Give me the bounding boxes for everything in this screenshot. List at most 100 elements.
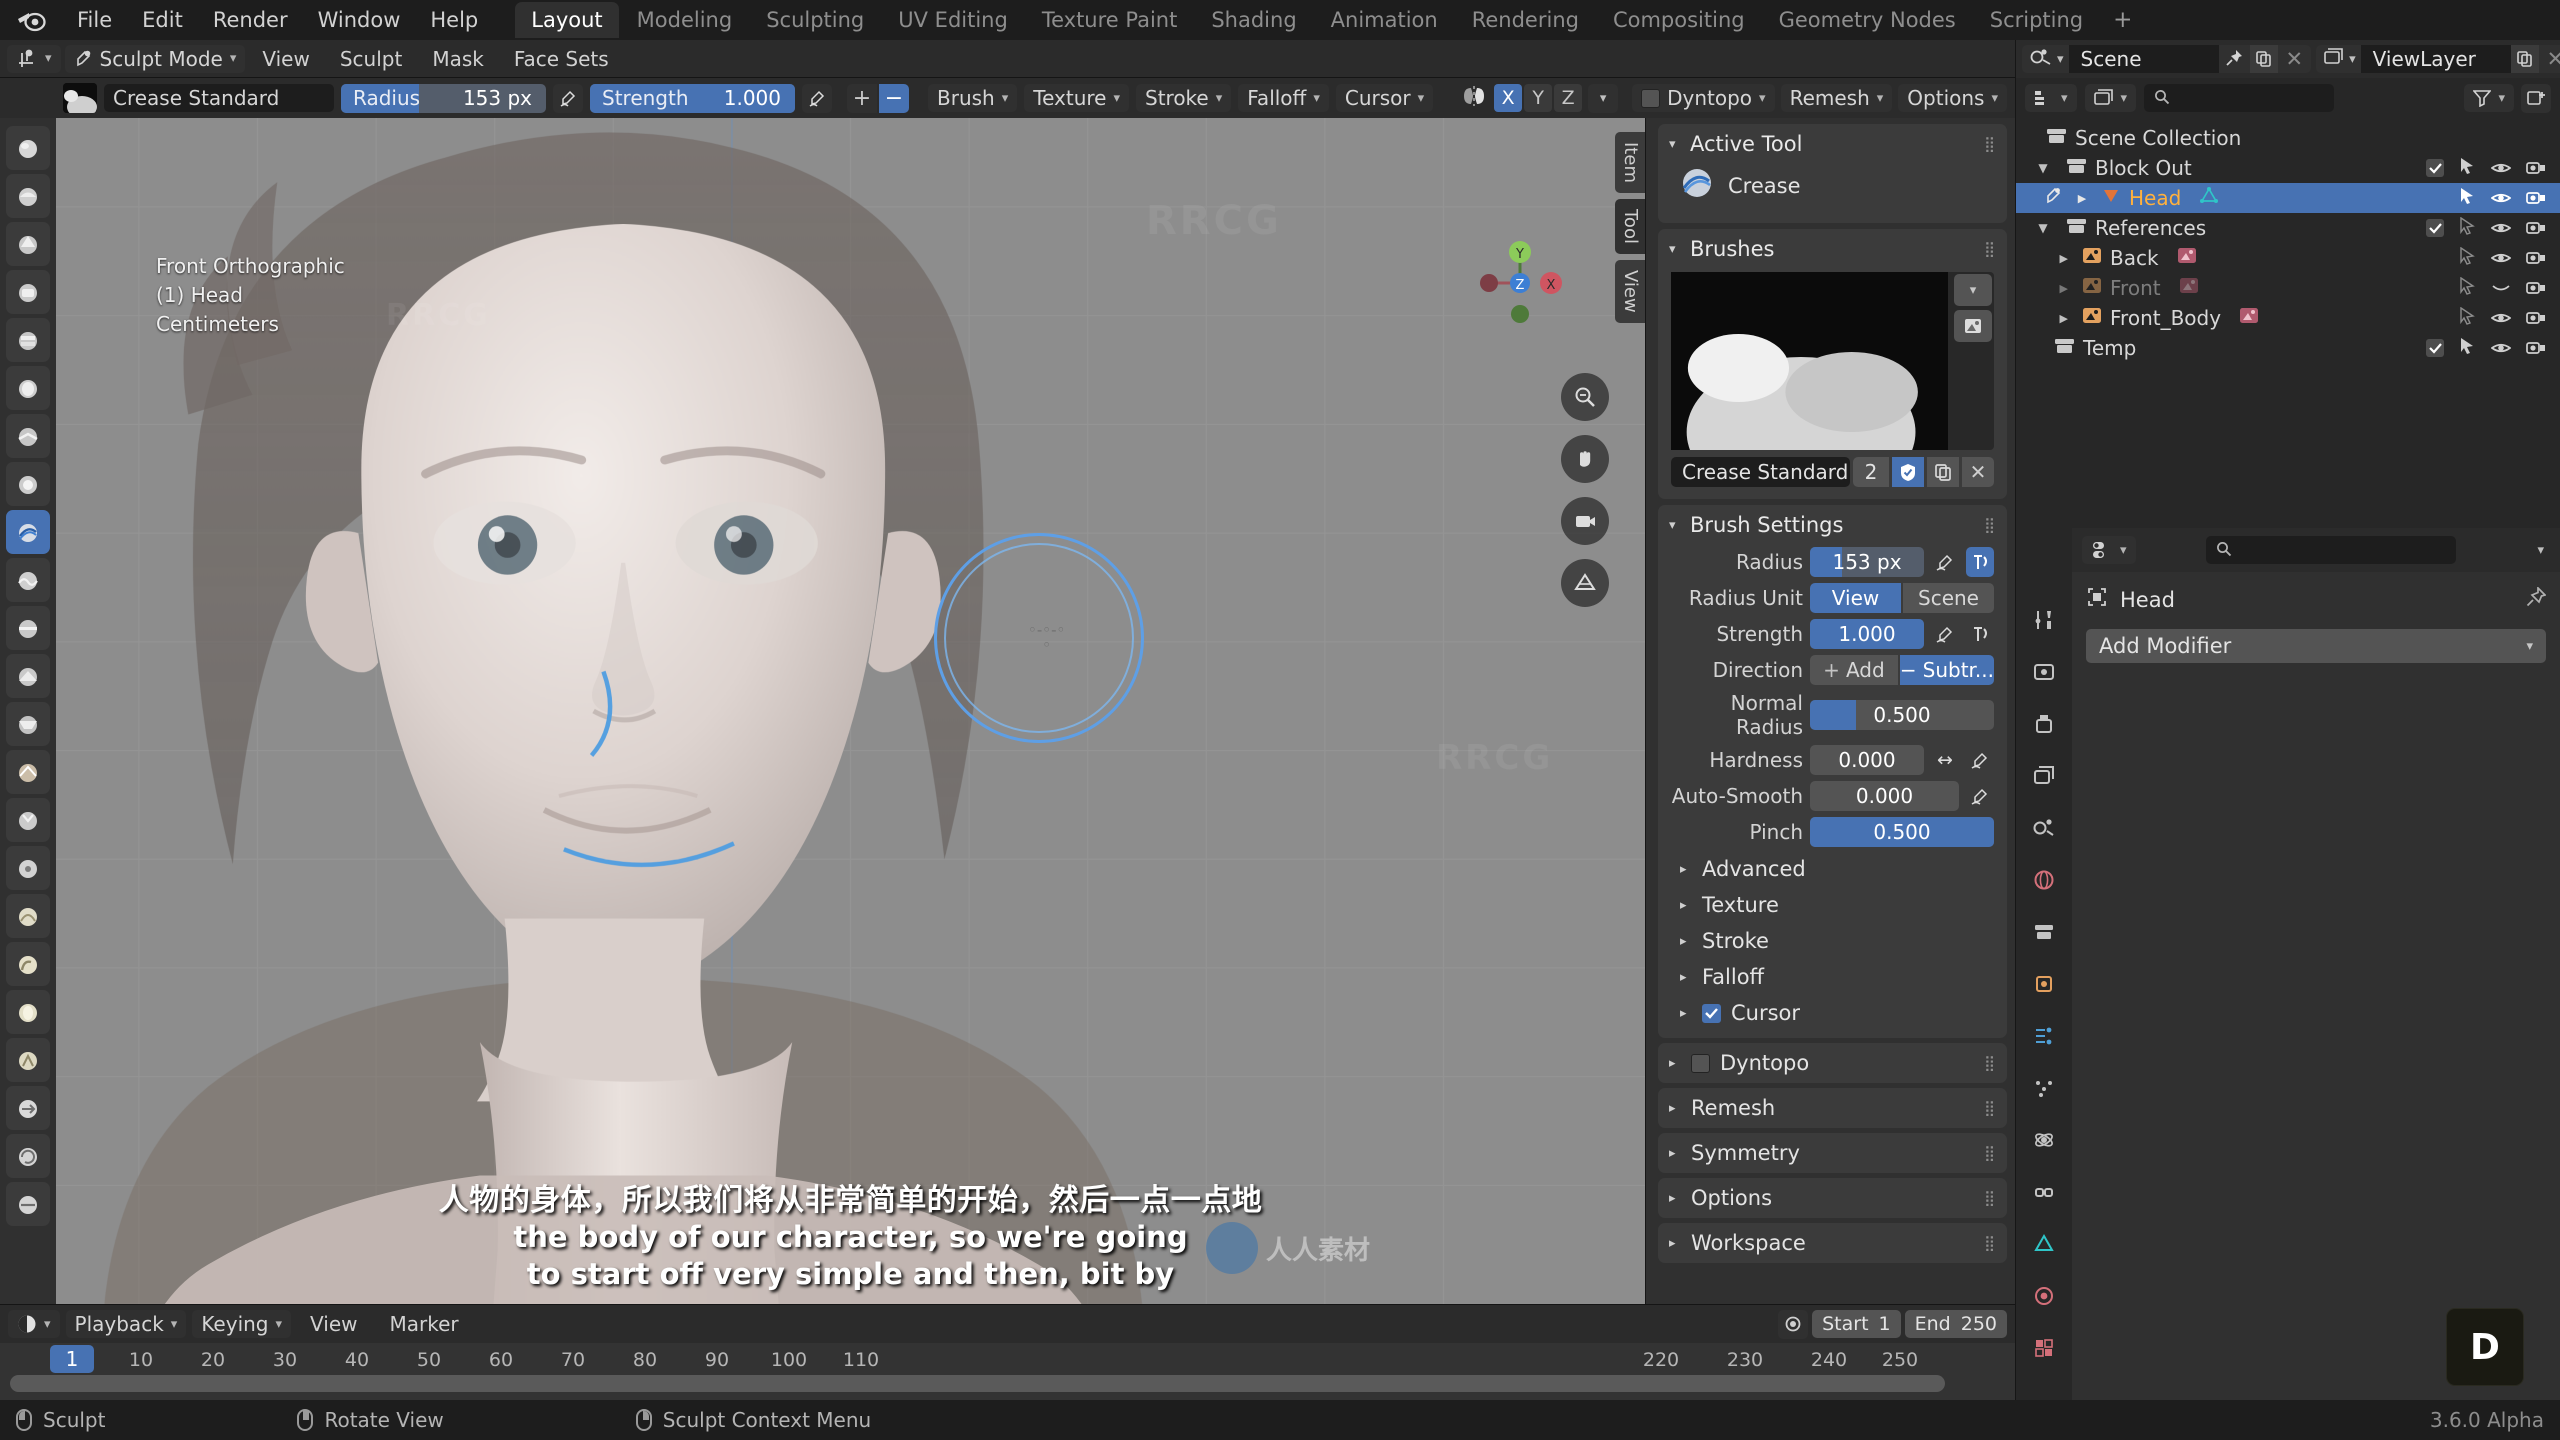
symmetry-options-dropdown[interactable]: ▾ [1588, 83, 1619, 113]
tool-grab[interactable] [6, 846, 50, 890]
add-modifier-button[interactable]: Add Modifier ▾ [2086, 629, 2546, 663]
normal-radius-slider[interactable]: 0.500 [1810, 700, 1994, 730]
subpanel-falloff[interactable]: ▸ Falloff [1658, 958, 2007, 994]
pin-icon[interactable] [2219, 47, 2250, 71]
strength-pressure-icon[interactable] [802, 83, 832, 113]
add-workspace-button[interactable]: + [2101, 3, 2144, 37]
tab-sculpting[interactable]: Sculpting [750, 2, 880, 38]
pressure-pen-icon[interactable] [1966, 745, 1994, 775]
dyntopo-checkbox[interactable] [1641, 88, 1661, 108]
drag-grip-icon[interactable]: ⣿ [1984, 242, 1996, 256]
tool-pinch[interactable] [6, 798, 50, 842]
outliner-search-input[interactable] [2144, 84, 2335, 112]
dyntopo-panel[interactable]: ▸ Dyntopo ⣿ [1658, 1043, 2007, 1083]
camera-render-icon[interactable] [2526, 156, 2546, 180]
camera-icon[interactable] [1561, 497, 1609, 545]
tool-scrape[interactable] [6, 702, 50, 746]
viewport-menu-view[interactable]: View [249, 44, 322, 74]
output-tab-icon[interactable] [2024, 704, 2064, 744]
brush-settings-header[interactable]: ▾ Brush Settings ⣿ [1658, 505, 2007, 544]
selectable-cursor-icon[interactable] [2459, 246, 2476, 270]
selectable-cursor-icon[interactable] [2459, 336, 2476, 360]
symmetry-axis-x[interactable]: X [1494, 84, 1523, 112]
editor-type-selector[interactable]: ▾ [7, 44, 61, 73]
frame-end-field[interactable]: End 250 [1904, 1310, 2007, 1338]
properties-search-input[interactable] [2205, 536, 2456, 564]
mesh-data-icon[interactable] [2199, 186, 2219, 210]
exclude-checkbox[interactable] [2426, 339, 2444, 357]
stroke-dropdown[interactable]: Stroke ▾ [1136, 84, 1232, 112]
pin-icon[interactable] [2526, 585, 2547, 612]
tool-slide-relax[interactable] [6, 1182, 50, 1226]
menu-file[interactable]: File [62, 4, 127, 36]
selectable-cursor-icon[interactable] [2459, 276, 2476, 300]
tool-tab-icon[interactable] [2024, 600, 2064, 640]
pinch-slider[interactable]: 0.500 [1810, 817, 1994, 847]
viewport-menu-sculpt[interactable]: Sculpt [327, 44, 415, 74]
texture-dropdown[interactable]: Texture ▾ [1024, 84, 1129, 112]
drag-grip-icon[interactable]: ⣿ [1984, 1236, 1996, 1250]
timeline-menu-view[interactable]: View [297, 1309, 370, 1339]
symmetry-butterfly-icon[interactable] [1460, 85, 1488, 112]
timeline-menu-marker[interactable]: Marker [377, 1309, 472, 1339]
viewlayer-datablock[interactable]: ▾ ViewLayer ✕ [2316, 45, 2560, 73]
remove-layer-x-icon[interactable]: ✕ [2539, 47, 2560, 71]
eye-icon[interactable] [2490, 156, 2512, 180]
image-data-icon[interactable] [2179, 276, 2199, 300]
symmetry-panel[interactable]: ▸ Symmetry ⣿ [1658, 1133, 2007, 1173]
navigation-gizmo[interactable]: X Y Z [1475, 238, 1565, 333]
properties-options-chevron-down-icon[interactable]: ▾ [2537, 543, 2550, 558]
exclude-checkbox[interactable] [2426, 219, 2444, 237]
tool-fill[interactable] [6, 654, 50, 698]
drag-grip-icon[interactable]: ⣿ [1984, 137, 1996, 151]
subpanel-advanced[interactable]: ▸ Advanced [1658, 850, 2007, 886]
menu-render[interactable]: Render [198, 4, 303, 36]
tab-layout[interactable]: Layout [515, 2, 619, 38]
menu-help[interactable]: Help [415, 4, 493, 36]
brush-thumbnail[interactable] [63, 83, 97, 113]
blender-logo-icon[interactable] [14, 6, 48, 34]
direction-subtract-button[interactable]: − [879, 83, 909, 113]
options-dropdown[interactable]: Options ▾ [1898, 84, 2007, 112]
falloff-dropdown[interactable]: Falloff ▾ [1238, 84, 1329, 112]
new-scene-copy-icon[interactable] [2249, 45, 2278, 73]
pan-hand-icon[interactable] [1561, 435, 1609, 483]
camera-render-icon[interactable] [2526, 246, 2546, 270]
drag-grip-icon[interactable]: ⣿ [1984, 518, 1996, 532]
shield-icon[interactable] [1892, 457, 1924, 487]
pressure-pen-icon[interactable] [1931, 619, 1959, 649]
direction-add-button[interactable]: + [847, 83, 877, 113]
strength-slider[interactable]: Strength 1.000 [590, 83, 795, 113]
radius-unit-view[interactable]: View [1810, 583, 1901, 613]
outliner-filter-id-icon[interactable]: ▾ [2084, 84, 2137, 112]
copy-icon[interactable] [1927, 457, 1959, 487]
properties-editor-icon[interactable]: ▾ [2082, 536, 2136, 564]
npanel-tab-tool[interactable]: Tool [1615, 198, 1645, 254]
grid-icon[interactable] [1561, 559, 1609, 607]
timeline-track[interactable]: 1 10 20 30 40 50 60 70 80 90 100 110 220 [0, 1343, 2015, 1400]
viewlayer-tab-icon[interactable] [2024, 756, 2064, 796]
filter-funnel-icon[interactable]: ▾ [2464, 84, 2514, 112]
tool-draw-sharp[interactable] [6, 222, 50, 266]
brush-preview-area[interactable]: ▾ [1671, 272, 1994, 450]
frame-start-field[interactable]: Start 1 [1812, 1310, 1901, 1338]
pressure-pen-icon[interactable] [1966, 781, 1994, 811]
tab-uv-editing[interactable]: UV Editing [882, 2, 1024, 38]
drag-grip-icon[interactable]: ⣿ [1984, 1101, 1996, 1115]
keying-dropdown[interactable]: Keying ▾ [192, 1310, 292, 1338]
dyntopo-dropdown[interactable]: Dyntopo ▾ [1632, 84, 1775, 112]
tab-geometry-nodes[interactable]: Geometry Nodes [1763, 2, 1972, 38]
eye-icon[interactable] [2490, 216, 2512, 240]
constraints-tab-icon[interactable] [2024, 1172, 2064, 1212]
radius-slider[interactable]: 153 px [1810, 547, 1924, 577]
workspace-panel[interactable]: ▸ Workspace ⣿ [1658, 1223, 2007, 1263]
selectable-cursor-icon[interactable] [2459, 186, 2476, 210]
remove-scene-x-icon[interactable]: ✕ [2278, 47, 2312, 71]
drag-grip-icon[interactable]: ⣿ [1984, 1056, 1996, 1070]
x-icon[interactable]: ✕ [1962, 457, 1994, 487]
eye-icon[interactable] [2490, 336, 2512, 360]
radius-unit-scene[interactable]: Scene [1903, 583, 1994, 613]
expander-right-icon[interactable]: ▶ [2028, 282, 2074, 295]
tool-inflate[interactable] [6, 462, 50, 506]
timeline-editor-type[interactable]: ▾ [8, 1310, 60, 1338]
